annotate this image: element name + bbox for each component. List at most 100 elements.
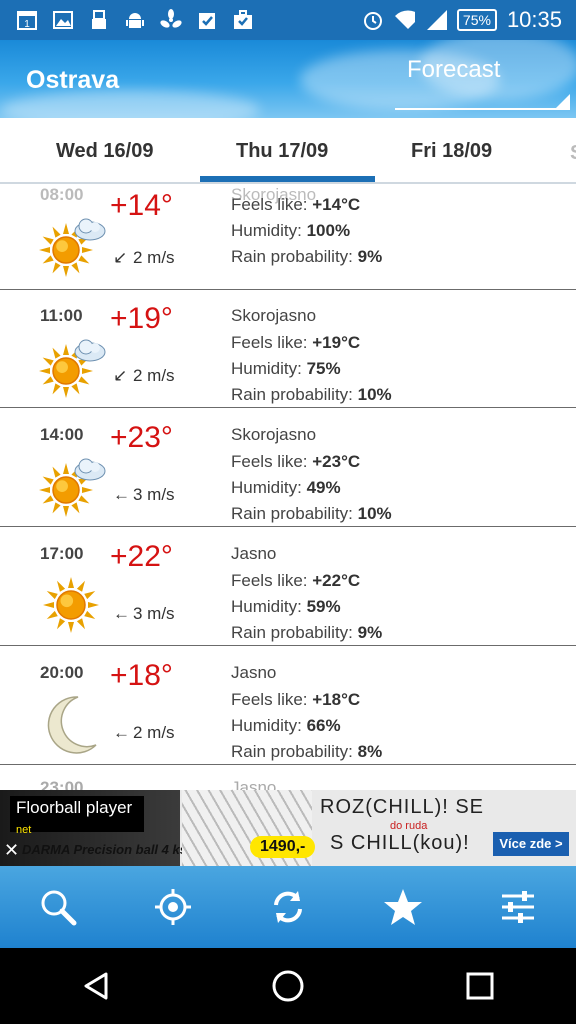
wind-arrow-southwest-icon: ↙ (113, 366, 128, 385)
humidity-label: Humidity: (231, 221, 307, 240)
forecast-time: 08:00 (40, 185, 84, 204)
feels-like-value: +19°C (312, 333, 361, 352)
settings-sliders-icon[interactable] (488, 877, 548, 937)
rain-probability: Rain probability: 10% (231, 504, 392, 524)
feels-like: Feels like: +18°C (231, 690, 360, 710)
sun-cloud-icon (34, 209, 108, 283)
rain-label: Rain probability: (231, 247, 358, 266)
wifi-icon (393, 9, 415, 31)
forecast-desc: Jasno (231, 663, 277, 682)
rain-value: 10% (357, 504, 392, 523)
sun-icon (34, 568, 108, 642)
feels-like-value: +22°C (312, 571, 361, 590)
wind-info: ← 2 m/s (113, 723, 175, 743)
calendar-day: 1 (24, 19, 30, 30)
usb-icon (88, 9, 110, 31)
feels-like-value: +23°C (312, 452, 361, 471)
ad-close-icon[interactable]: ✕ (4, 840, 19, 861)
forecast-temp: +22° (110, 540, 173, 573)
signal-icon (425, 9, 447, 31)
clipboard-check-icon (196, 9, 218, 31)
forecast-temp: +19° (110, 302, 173, 335)
alarm-icon (361, 9, 383, 31)
forecast-time: 20:00 (40, 663, 84, 682)
rain-probability: Rain probability: 9% (231, 247, 382, 267)
ad-red-text: do ruda (390, 820, 428, 832)
forecast-view-selector[interactable]: Forecast (395, 56, 570, 110)
forecast-temp: +14° (110, 189, 173, 222)
rain-label: Rain probability: (231, 742, 358, 761)
feels-like: Feels like: +19°C (231, 333, 360, 353)
forecast-row[interactable]: 20:00 +18° ← 2 m/s Jasno Feels like: +18°… (0, 647, 576, 765)
dropdown-corner-icon (556, 94, 570, 108)
system-nav-bar (0, 948, 576, 1024)
forecast-desc: Skorojasno (231, 425, 317, 444)
feels-like: Feels like: +23°C (231, 452, 360, 472)
forecast-row[interactable]: 14:00 +23° ← 3 m/s Skorojasno Feels like:… (0, 409, 576, 527)
battery-indicator: 75% (456, 9, 497, 31)
search-icon[interactable] (28, 877, 88, 937)
humidity: Humidity: 49% (231, 478, 341, 498)
humidity: Humidity: 75% (231, 359, 341, 379)
forecast-row[interactable]: 23:00 Jasno (0, 766, 576, 790)
android-icon (124, 9, 146, 31)
ad-product: DARMA Precision ball 4 ks (22, 842, 187, 857)
feels-like-label: Feels like: (231, 690, 313, 709)
briefcase-check-icon (232, 9, 254, 31)
rain-probability: Rain probability: 9% (231, 623, 382, 643)
ad-headline-1: ROZ(CHILL)! SE (320, 796, 485, 818)
forecast-temp: +23° (110, 421, 173, 454)
rain-label: Rain probability: (231, 623, 358, 642)
recents-icon[interactable] (450, 956, 510, 1016)
forecast-time: 17:00 (40, 544, 84, 563)
forecast-time: 14:00 (40, 425, 84, 444)
ad-banner[interactable]: Floorball player net ✕ DARMA Precision b… (0, 790, 576, 866)
rain-label: Rain probability: (231, 385, 358, 404)
tab-fri[interactable]: Fri 18/09 (411, 140, 492, 163)
locate-icon[interactable] (143, 877, 203, 937)
bottom-toolbar (0, 866, 576, 948)
status-clock: 10:35 (506, 7, 562, 32)
humidity: Humidity: 66% (231, 716, 341, 736)
humidity-value: 100% (306, 221, 351, 240)
ad-logo: Floorball player net (10, 796, 144, 836)
ad-cta-button[interactable]: Více zde > (493, 832, 569, 856)
rain-probability: Rain probability: 8% (231, 742, 382, 762)
tab-wed[interactable]: Wed 16/09 (56, 140, 153, 163)
moon-icon (34, 687, 108, 761)
hourly-forecast-list[interactable]: 08:00 +14° ↙ 2 m/s Skorojasno Feels like:… (0, 184, 576, 790)
forecast-row[interactable]: 11:00 +19° ↙ 2 m/s Skorojasno Feels like:… (0, 290, 576, 408)
forecast-desc: Skorojasno (231, 306, 317, 325)
back-icon[interactable] (66, 956, 126, 1016)
forecast-temp: +18° (110, 659, 173, 692)
wind-info: ↙ 2 m/s (113, 248, 175, 268)
ad-brand: Floorball player (16, 798, 133, 817)
forecast-row[interactable]: 08:00 +14° ↙ 2 m/s Skorojasno Feels like:… (0, 184, 576, 290)
star-icon[interactable] (373, 877, 433, 937)
wind-info: ← 3 m/s (113, 485, 175, 505)
ad-headline-2: S CHILL(kou)! (330, 832, 470, 854)
humidity-value: 66% (306, 716, 341, 735)
notification-icons: 1 (0, 9, 254, 31)
wind-arrow-west-icon: ← (113, 723, 130, 742)
forecast-time: 11:00 (40, 306, 83, 325)
feels-like-label: Feels like: (231, 333, 313, 352)
home-icon[interactable] (258, 956, 318, 1016)
city-name[interactable]: Ostrava (26, 66, 119, 95)
rain-label: Rain probability: (231, 504, 358, 523)
rain-probability: Rain probability: 10% (231, 385, 392, 405)
tab-overflow-hint[interactable]: S (570, 142, 576, 165)
wind-arrow-west-icon: ← (113, 485, 130, 504)
day-tabs: Wed 16/09 Thu 17/09 Fri 18/09 S (0, 118, 576, 184)
wind-arrow-west-icon: ← (113, 604, 130, 623)
rain-value: 9% (357, 623, 383, 642)
sun-cloud-icon (34, 330, 108, 404)
active-tab-indicator (200, 176, 375, 182)
humidity-label: Humidity: (231, 716, 307, 735)
forecast-row[interactable]: 17:00 +22° ← 3 m/s Jasno Feels like: +22°… (0, 528, 576, 646)
humidity-label: Humidity: (231, 597, 307, 616)
tab-thu[interactable]: Thu 17/09 (236, 140, 328, 163)
fan-icon (160, 9, 182, 31)
image-icon (52, 9, 74, 31)
refresh-icon[interactable] (258, 877, 318, 937)
